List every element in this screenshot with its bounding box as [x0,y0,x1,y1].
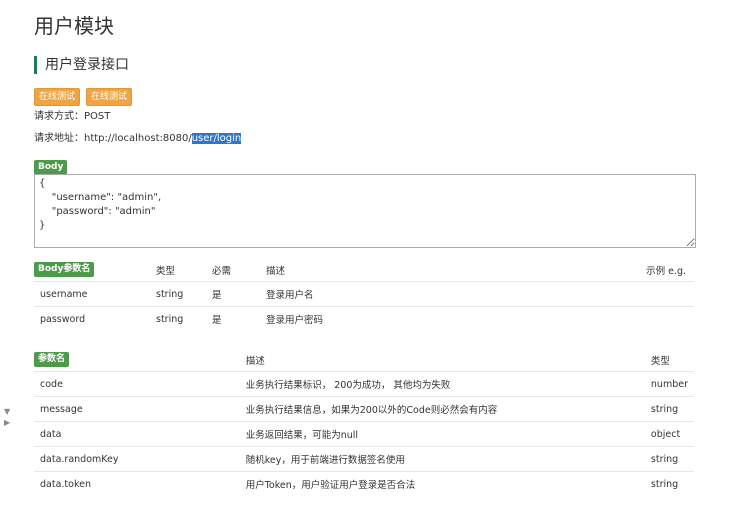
response-params-header-desc: 描述 [245,355,265,367]
field-name: code [34,371,240,397]
field-type: string [644,471,694,496]
table-row: data.token 用户Token，用户验证用户登录是否合法 string [34,471,694,496]
field-name: data.randomKey [34,446,240,472]
param-name: username [34,281,150,307]
online-test-button-2[interactable]: 在线测试 [86,88,133,106]
table-row: password string 是 登录用户密码 [34,306,694,331]
field-type: number [644,371,694,397]
param-type: string [150,281,206,307]
triangle-down-icon[interactable]: ▼ [4,408,10,416]
field-desc: 业务返回结果，可能为null [239,421,645,447]
table-row: code 业务执行结果标识， 200为成功， 其他均为失败 number [34,371,694,397]
body-params-header-row: Body参数名 类型 必需 描述 示例 e.g. [34,258,694,282]
body-label: Body [34,154,68,175]
request-url-label: 请求地址： [34,133,84,144]
page-title: 用户模块 [34,14,114,38]
field-desc: 随机key，用于前端进行数据签名使用 [239,446,645,472]
field-desc: 用户Token，用户验证用户登录是否合法 [239,471,645,496]
request-url-path-selected[interactable]: user/login [191,133,242,144]
field-type: string [644,446,694,472]
request-url-base: http://localhost:8080/ [84,133,192,144]
param-type: string [150,306,206,331]
table-row: data.randomKey 随机key，用于前端进行数据签名使用 string [34,446,694,472]
response-params-table: 参数名 描述 类型 code 业务执行结果标识， 200为成功， 其他均为失败 … [34,348,694,496]
body-textarea[interactable]: { "username": "admin", "password": "admi… [34,174,696,248]
response-params-header-name: 参数名 [34,348,240,372]
param-name: password [34,306,150,331]
field-type: object [644,421,694,447]
table-row: username string 是 登录用户名 [34,281,694,307]
param-required: 是 [206,281,260,307]
body-params-header-name: Body参数名 [34,258,150,282]
param-required: 是 [206,306,260,331]
field-name: message [34,396,240,422]
param-desc: 登录用户名 [260,281,590,307]
field-name: data.token [34,471,240,496]
field-desc: 业务执行结果标识， 200为成功， 其他均为失败 [239,371,645,397]
field-desc: 业务执行结果信息，如果为200以外的Code则必然会有内容 [239,396,645,422]
request-method-value: POST [84,111,111,122]
param-desc: 登录用户密码 [260,306,590,331]
param-example [590,281,694,307]
body-params-table: Body参数名 类型 必需 描述 示例 e.g. username string… [34,258,694,331]
section-title: 用户登录接口 [34,56,129,74]
field-type: string [644,396,694,422]
body-params-header-required: 必需 [212,265,232,277]
try-buttons: 在线测试 在线测试 [34,88,133,106]
param-example [590,306,694,331]
body-badge: Body [34,160,68,175]
response-params-header-type: 类型 [650,355,670,367]
request-method-label: 请求方式： [34,111,84,122]
table-row: message 业务执行结果信息，如果为200以外的Code则必然会有内容 st… [34,396,694,422]
table-row: data 业务返回结果，可能为null object [34,421,694,447]
body-params-badge: Body参数名 [34,262,95,277]
body-params-header-desc: 描述 [266,265,286,277]
online-test-button-1[interactable]: 在线测试 [34,88,81,106]
field-name: data [34,421,240,447]
request-method: 请求方式：POST [34,110,110,124]
triangle-right-icon[interactable]: ▶ [4,419,10,427]
body-params-header-example: 示例 e.g. [646,265,686,277]
request-url: 请求地址：http://localhost:8080/user/login [34,132,242,146]
body-params-header-type: 类型 [156,265,176,277]
response-params-header-row: 参数名 描述 类型 [34,348,694,372]
response-params-badge: 参数名 [34,352,70,367]
